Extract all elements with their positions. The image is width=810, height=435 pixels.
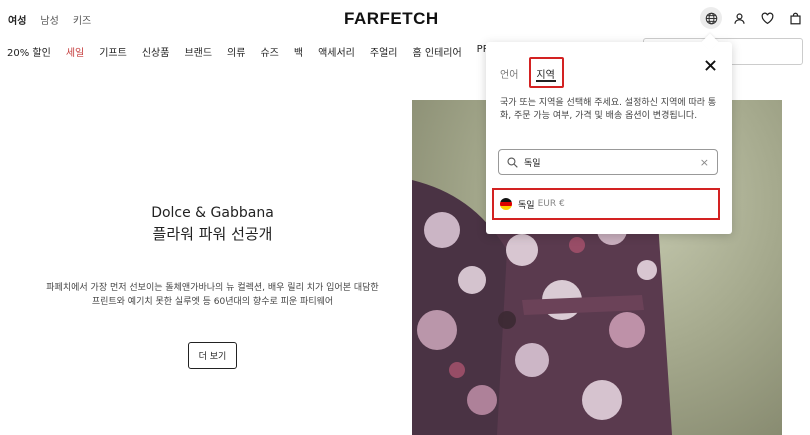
globe-icon[interactable] [700,7,722,29]
germany-flag-icon [500,198,512,210]
nav-item-shoes[interactable]: 슈즈 [260,44,278,59]
gender-tabs: 여성 남성 키즈 [8,12,91,27]
nav-item-sale[interactable]: 세일 [66,44,84,59]
hero-headline: 플라워 파워 선공개 [152,225,273,243]
nav-item-home-interior[interactable]: 홈 인테리어 [412,44,461,59]
hero-description: 파페치에서 가장 먼저 선보이는 돌체앤가바나의 뉴 컬렉션, 배우 릴리 치가… [46,283,379,307]
region-description: 국가 또는 지역을 선택해 주세요. 설정하신 지역에 따라 통화, 주문 가능… [500,98,717,121]
region-search-input[interactable] [524,157,700,167]
account-icon[interactable] [728,7,750,29]
nav-item-clothing[interactable]: 의류 [227,44,245,59]
shopping-bag-icon[interactable] [784,7,806,29]
nav-item-brands[interactable]: 브랜드 [184,44,212,59]
region-language-popover: 언어 지역 국가 또는 지역을 선택해 주세요. 설정하신 지역에 따라 통화,… [486,33,732,234]
result-currency: EUR € [537,199,565,209]
gender-tab-women[interactable]: 여성 [8,12,26,27]
region-result-item[interactable]: 독일 EUR € [492,188,720,220]
nav-item-discount[interactable]: 20% 할인 [7,44,51,59]
nav-item-accessories[interactable]: 액세서리 [318,44,355,59]
nav-item-bags[interactable]: 백 [294,44,303,59]
popover-caret [701,33,719,51]
wishlist-heart-icon[interactable] [756,7,778,29]
region-tab-highlight-box [529,57,564,88]
clear-search-icon[interactable]: × [700,156,709,169]
gender-tab-men[interactable]: 남성 [40,12,58,27]
nav-item-new-in[interactable]: 신상품 [142,44,170,59]
hero-brand: Dolce & Gabbana [151,205,274,221]
tab-language[interactable]: 언어 [500,66,518,81]
nav-item-gifts[interactable]: 기프트 [99,44,127,59]
category-nav: 20% 할인 세일 기프트 신상품 브랜드 의류 슈즈 백 액세서리 주얼리 홈… [7,44,490,59]
gender-tab-kids[interactable]: 키즈 [73,12,91,27]
close-icon[interactable] [700,55,720,75]
hero-text-block: Dolce & Gabbana 플라워 파워 선공개 파페치에서 가장 먼저 선… [0,205,425,369]
header-icons [700,7,806,29]
shop-now-button[interactable]: 더 보기 [187,342,238,369]
farfetch-logo[interactable]: FARFETCH [344,9,439,29]
result-country-name: 독일 [518,200,535,211]
nav-item-jewelry[interactable]: 주얼리 [370,44,398,59]
search-icon [507,156,518,168]
region-search-field[interactable]: × [498,149,718,175]
